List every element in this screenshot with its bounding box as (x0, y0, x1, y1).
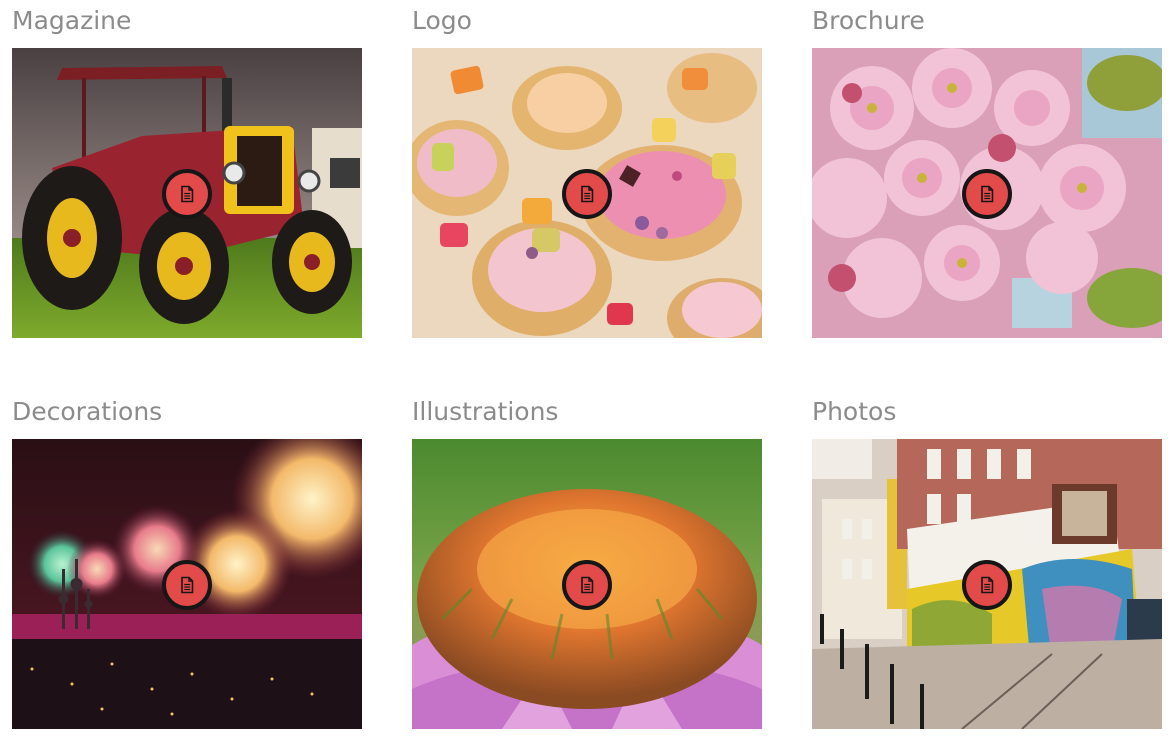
card-title: Brochure (812, 6, 925, 35)
document-icon-button[interactable] (562, 169, 612, 219)
card-title: Photos (812, 397, 897, 426)
card-title: Decorations (12, 397, 163, 426)
thumbnail-pink-blossoms[interactable] (812, 48, 1162, 338)
thumbnail-fireworks[interactable] (12, 439, 362, 729)
thumbnail-graffiti-tram[interactable] (812, 439, 1162, 729)
card-title: Magazine (12, 6, 132, 35)
card-title: Illustrations (412, 397, 559, 426)
document-icon (181, 185, 194, 203)
document-icon-button[interactable] (162, 560, 212, 610)
thumbnail-decorated-cookies[interactable] (412, 48, 762, 338)
document-icon-button[interactable] (962, 560, 1012, 610)
document-icon-button[interactable] (162, 169, 212, 219)
document-icon (181, 576, 194, 594)
card-title: Logo (412, 6, 472, 35)
thumbnail-red-tractor[interactable] (12, 48, 362, 338)
document-icon-button[interactable] (962, 169, 1012, 219)
document-icon (981, 185, 994, 203)
document-icon (581, 185, 594, 203)
thumbnail-coneflower[interactable] (412, 439, 762, 729)
portfolio-grid: Magazine Logo Brochure Decorations Illus… (0, 0, 1175, 739)
document-icon (581, 576, 594, 594)
document-icon (981, 576, 994, 594)
document-icon-button[interactable] (562, 560, 612, 610)
